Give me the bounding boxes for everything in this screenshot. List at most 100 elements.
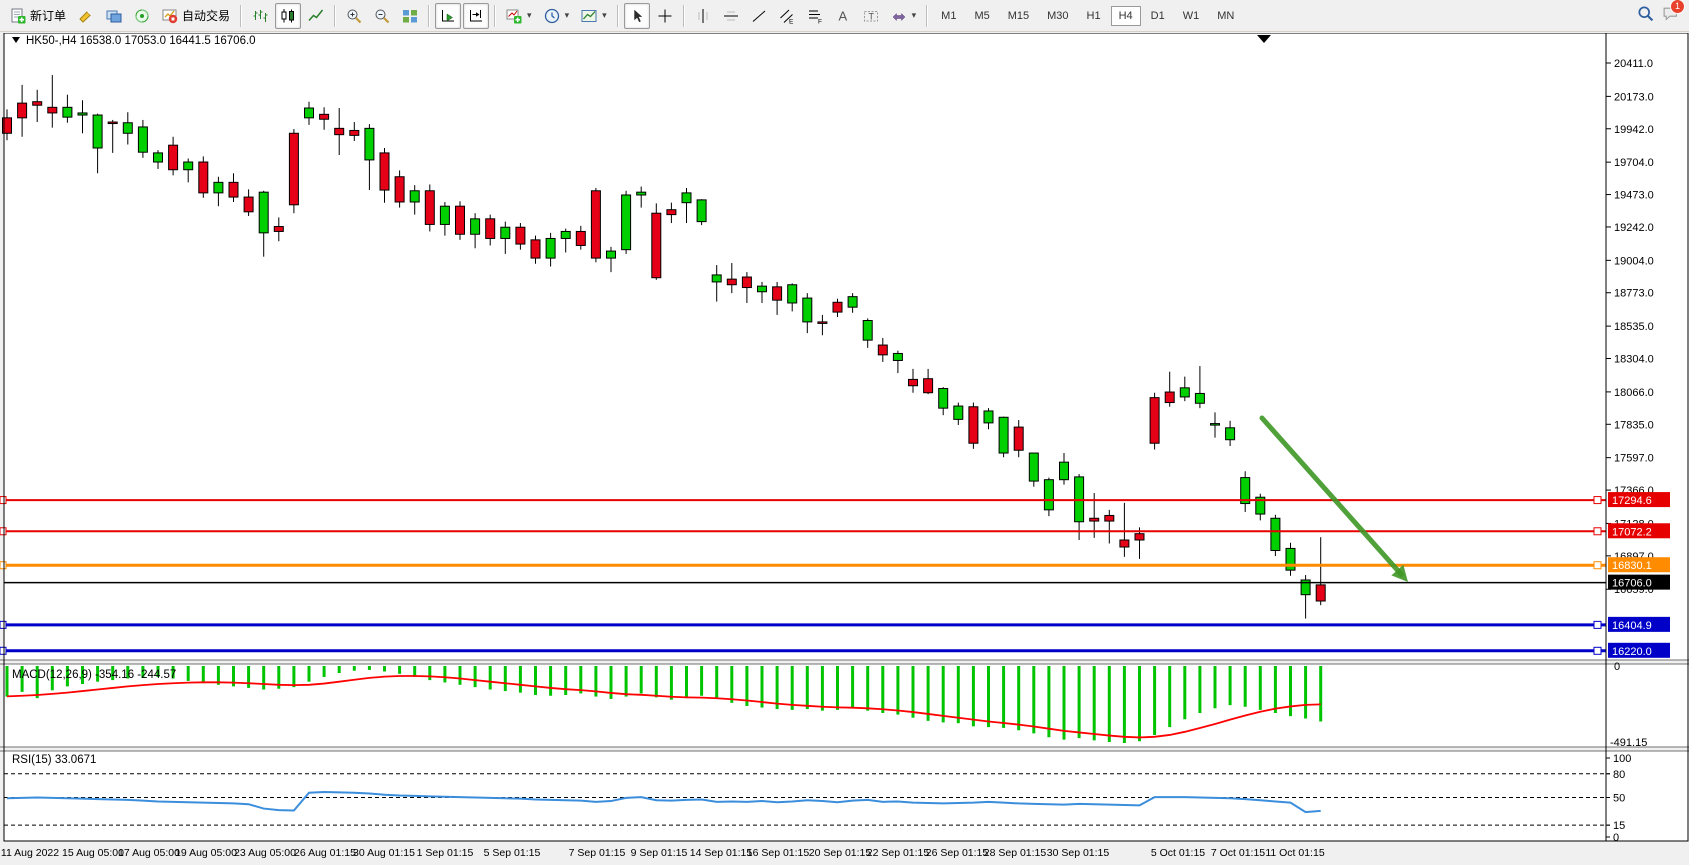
line-chart-icon <box>308 8 324 24</box>
candle <box>773 287 782 300</box>
candle <box>999 417 1008 453</box>
line-chart-button[interactable] <box>303 3 329 29</box>
candle <box>863 321 872 341</box>
candle <box>365 128 374 160</box>
timeframe-m30-button[interactable]: M30 <box>1039 6 1076 26</box>
text-icon: A <box>835 8 851 24</box>
tile-windows-button[interactable] <box>397 3 423 29</box>
chevron-down-icon[interactable]: ▾ <box>602 10 607 21</box>
candle-chart-button[interactable] <box>275 3 301 29</box>
candle <box>93 115 102 148</box>
line-handle[interactable] <box>0 528 6 535</box>
candle <box>667 210 676 215</box>
line-handle[interactable] <box>1594 621 1601 628</box>
open-window-button[interactable] <box>101 3 127 29</box>
price-axis-tick-label: 19004.0 <box>1614 255 1654 267</box>
toolbar-separator <box>683 5 685 27</box>
chevron-down-icon[interactable]: ▾ <box>912 10 917 21</box>
line-handle[interactable] <box>0 621 6 628</box>
vline-button[interactable] <box>690 3 716 29</box>
zoom-out-button[interactable] <box>369 3 395 29</box>
candle <box>199 162 208 193</box>
candle <box>984 411 993 423</box>
line-handle[interactable] <box>0 647 6 654</box>
auto-scroll-button[interactable] <box>435 3 461 29</box>
candle <box>1120 540 1129 547</box>
tile-windows-icon <box>402 8 418 24</box>
candle <box>893 353 902 360</box>
line-handle[interactable] <box>1594 562 1601 569</box>
new-order-icon <box>10 8 26 24</box>
timeframe-mn-button[interactable]: MN <box>1209 6 1242 26</box>
crosshair-button[interactable] <box>652 3 678 29</box>
candle <box>1286 548 1295 570</box>
candle <box>803 298 812 322</box>
line-handle[interactable] <box>0 497 6 504</box>
price-line-label: 16220.0 <box>1612 646 1652 658</box>
fibo-icon: F <box>807 8 823 24</box>
new-order-button[interactable]: 新订单 <box>5 3 71 29</box>
templates-button[interactable]: ▾ <box>576 3 612 29</box>
date-axis-label: 22 Sep 01:15 <box>867 847 930 859</box>
search-button[interactable] <box>1637 5 1654 27</box>
bar-chart-button[interactable] <box>247 3 273 29</box>
chevron-down-icon[interactable]: ▾ <box>527 10 532 21</box>
timeframe-h1-button[interactable]: H1 <box>1079 6 1109 26</box>
date-axis-label: 7 Oct 01:15 <box>1211 847 1265 859</box>
timeframe-h4-button[interactable]: H4 <box>1111 6 1141 26</box>
date-axis-label: 30 Aug 01:15 <box>353 847 415 859</box>
toolbar-separator <box>494 5 496 27</box>
candle <box>1165 392 1174 403</box>
hline-button[interactable] <box>718 3 744 29</box>
styler-button[interactable] <box>73 3 99 29</box>
pane-separator[interactable] <box>0 660 1689 664</box>
chevron-down-icon[interactable]: ▾ <box>565 10 570 21</box>
profiles-icon <box>106 8 122 24</box>
notifications-button[interactable]: 1 <box>1662 5 1679 27</box>
macd-axis-label: -491.15 <box>1610 737 1647 749</box>
toolbar-separator <box>617 5 619 27</box>
cursor-button[interactable] <box>624 3 650 29</box>
zoom-in-button[interactable] <box>341 3 367 29</box>
signals-button[interactable] <box>129 3 155 29</box>
indicators-button[interactable]: ▾ <box>501 3 537 29</box>
candle <box>531 240 540 258</box>
shapes-button[interactable]: ▾ <box>886 3 922 29</box>
trendline-button[interactable] <box>746 3 772 29</box>
candle <box>682 193 691 203</box>
date-axis-label: 23 Aug 05:00 <box>234 847 296 859</box>
timeframe-d1-button[interactable]: D1 <box>1143 6 1173 26</box>
label-button[interactable]: T <box>858 3 884 29</box>
line-handle[interactable] <box>1594 528 1601 535</box>
channel-icon: E <box>779 8 795 24</box>
timeframe-m1-button[interactable]: M1 <box>933 6 964 26</box>
pane-separator[interactable] <box>0 747 1689 751</box>
line-handle[interactable] <box>1594 497 1601 504</box>
candle <box>758 286 767 292</box>
rsi-axis-label: 15 <box>1613 820 1625 832</box>
candle <box>244 197 253 212</box>
candle <box>380 153 389 190</box>
fibonacci-button[interactable]: F <box>802 3 828 29</box>
candle <box>410 191 419 202</box>
chart-shift-button[interactable] <box>463 3 489 29</box>
candle <box>1044 480 1053 510</box>
periods-button[interactable]: ▾ <box>539 3 575 29</box>
chart-window: 20411.020173.019942.019704.019473.019242… <box>0 33 1689 865</box>
text-button[interactable]: A <box>830 3 856 29</box>
timeframe-w1-button[interactable]: W1 <box>1175 6 1208 26</box>
zoom-in-icon <box>346 8 362 24</box>
candle <box>78 113 87 115</box>
line-handle[interactable] <box>0 562 6 569</box>
macd-axis-label: 0 <box>1614 661 1620 673</box>
candle <box>637 192 646 195</box>
price-axis-tick-label: 18304.0 <box>1614 354 1654 366</box>
channel-button[interactable]: E <box>774 3 800 29</box>
timeframe-m5-button[interactable]: M5 <box>966 6 997 26</box>
timeframe-m15-button[interactable]: M15 <box>1000 6 1037 26</box>
line-handle[interactable] <box>1594 647 1601 654</box>
svg-text:F: F <box>818 18 822 24</box>
autotrading-button[interactable]: 自动交易 <box>157 3 235 29</box>
timeframe-toolbar: M1M5M15M30H1H4D1W1MN <box>932 2 1243 30</box>
hline-icon <box>723 8 739 24</box>
